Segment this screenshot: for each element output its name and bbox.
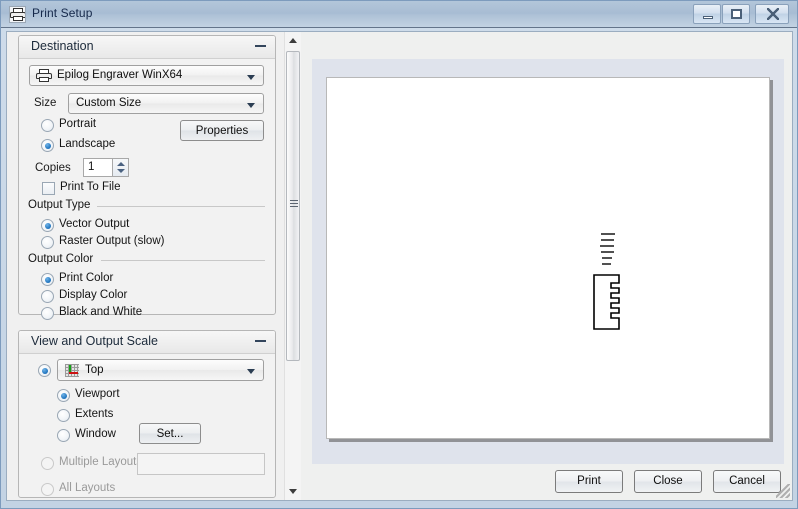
scroll-up-arrow-icon[interactable] (285, 32, 301, 49)
extents-label: Extents (75, 408, 114, 420)
stepper-up-icon[interactable] (117, 162, 125, 166)
radio-portrait[interactable] (41, 119, 54, 132)
radio-view-combo[interactable] (38, 364, 51, 377)
display-color-label: Display Color (59, 289, 128, 301)
maximize-button[interactable] (722, 4, 750, 24)
copies-label: Copies (35, 162, 71, 174)
size-value: Custom Size (76, 97, 142, 109)
scroll-down-triangle (289, 489, 297, 494)
settings-scrollbar[interactable] (284, 32, 301, 500)
cad-drawing (580, 228, 640, 333)
radio-print-color[interactable] (41, 273, 54, 286)
minimize-button[interactable] (693, 4, 721, 24)
radio-multiple-layouts[interactable] (41, 457, 54, 470)
printer-icon (9, 6, 26, 23)
drawing-text-line (601, 233, 615, 235)
landscape-label: Landscape (59, 138, 116, 150)
chevron-down-icon (247, 75, 255, 80)
stepper-down-icon[interactable] (117, 169, 125, 173)
copies-input[interactable]: 1 (83, 158, 113, 177)
multiple-layouts-input[interactable] (137, 453, 265, 475)
chevron-down-icon (247, 369, 255, 374)
scrollbar-thumb[interactable] (286, 51, 300, 361)
raster-output-label: Raster Output (slow) (59, 235, 165, 247)
grid-axes-icon (65, 364, 79, 377)
all-layouts-label: All Layouts (59, 482, 116, 494)
scroll-down-arrow-icon[interactable] (285, 483, 301, 500)
close-icon (767, 8, 779, 20)
destination-group-header[interactable]: Destination (19, 36, 275, 59)
minimize-icon (703, 16, 713, 19)
output-color-divider (101, 260, 265, 261)
view-value: Top (85, 364, 104, 376)
view-combobox[interactable]: Top (57, 359, 264, 381)
printer-output (13, 16, 23, 21)
minimize-group-icon[interactable] (255, 340, 266, 342)
portrait-label: Portrait (59, 118, 97, 130)
print-button[interactable]: Print (555, 470, 623, 493)
radio-display-color[interactable] (41, 290, 54, 303)
radio-landscape[interactable] (41, 139, 54, 152)
destination-title: Destination (31, 39, 94, 53)
comb-part-outline (593, 274, 620, 330)
multiple-layouts-label: Multiple Layouts (59, 456, 143, 468)
drawing-text-line (602, 257, 612, 259)
radio-all-layouts[interactable] (41, 483, 54, 496)
output-type-divider (97, 206, 265, 207)
drawing-text-line (600, 245, 614, 247)
printer-output (39, 77, 49, 82)
radio-raster-output[interactable] (41, 236, 54, 249)
size-label: Size (34, 97, 57, 109)
title-bar[interactable]: Print Setup (1, 1, 797, 28)
radio-extents[interactable] (57, 409, 70, 422)
copies-stepper[interactable] (113, 158, 129, 177)
resize-grip-icon[interactable] (776, 484, 790, 498)
size-combobox[interactable]: Custom Size (68, 93, 264, 114)
properties-button[interactable]: Properties (180, 120, 264, 141)
chevron-down-icon (247, 103, 255, 108)
settings-pane: Destination Epilog Engraver WinX64 Size (7, 32, 290, 500)
printer-value: Epilog Engraver WinX64 (57, 69, 183, 81)
window-label: Window (75, 428, 116, 440)
close-button-action[interactable]: Close (634, 470, 702, 493)
drawing-text-line (601, 251, 614, 253)
preview-backing (312, 59, 784, 464)
scroll-grip-icon (290, 200, 298, 207)
printer-icon (36, 69, 52, 82)
vector-output-label: Vector Output (59, 218, 130, 230)
print-to-file-label: Print To File (60, 181, 121, 193)
drawing-text-line (601, 239, 614, 241)
print-color-label: Print Color (59, 272, 114, 284)
maximize-icon (731, 9, 742, 19)
output-type-legend: Output Type (28, 199, 96, 211)
dialog-client-area: Destination Epilog Engraver WinX64 Size (6, 31, 793, 501)
cancel-button[interactable]: Cancel (713, 470, 781, 493)
radio-vector-output[interactable] (41, 219, 54, 232)
close-button[interactable] (755, 4, 789, 24)
output-color-legend: Output Color (28, 253, 99, 265)
radio-window[interactable] (57, 429, 70, 442)
destination-group: Destination Epilog Engraver WinX64 Size (18, 35, 276, 320)
black-and-white-label: Black and White (59, 306, 143, 318)
preview-pane: Print Close Cancel (303, 32, 792, 500)
printer-glyph (10, 8, 25, 21)
radio-black-and-white[interactable] (41, 307, 54, 320)
viewport-label: Viewport (75, 388, 120, 400)
minimize-group-icon[interactable] (255, 45, 266, 47)
dialog-button-bar: Print Close Cancel (303, 464, 798, 500)
drawing-text-line (602, 263, 611, 265)
print-preview-page[interactable] (326, 77, 770, 439)
window-title: Print Setup (32, 6, 93, 20)
print-setup-window: Print Setup Destination Epilog Engraver … (0, 0, 798, 509)
grid-axis-x (69, 372, 78, 374)
scroll-up-triangle (289, 38, 297, 43)
view-scale-group-header[interactable]: View and Output Scale (19, 331, 275, 354)
radio-viewport[interactable] (57, 389, 70, 402)
view-output-scale-group: View and Output Scale Top Viewport Exten… (18, 330, 276, 498)
set-button[interactable]: Set... (139, 423, 201, 444)
view-scale-title: View and Output Scale (31, 334, 158, 348)
printer-combobox[interactable]: Epilog Engraver WinX64 (29, 65, 264, 86)
print-to-file-checkbox[interactable] (42, 182, 55, 195)
